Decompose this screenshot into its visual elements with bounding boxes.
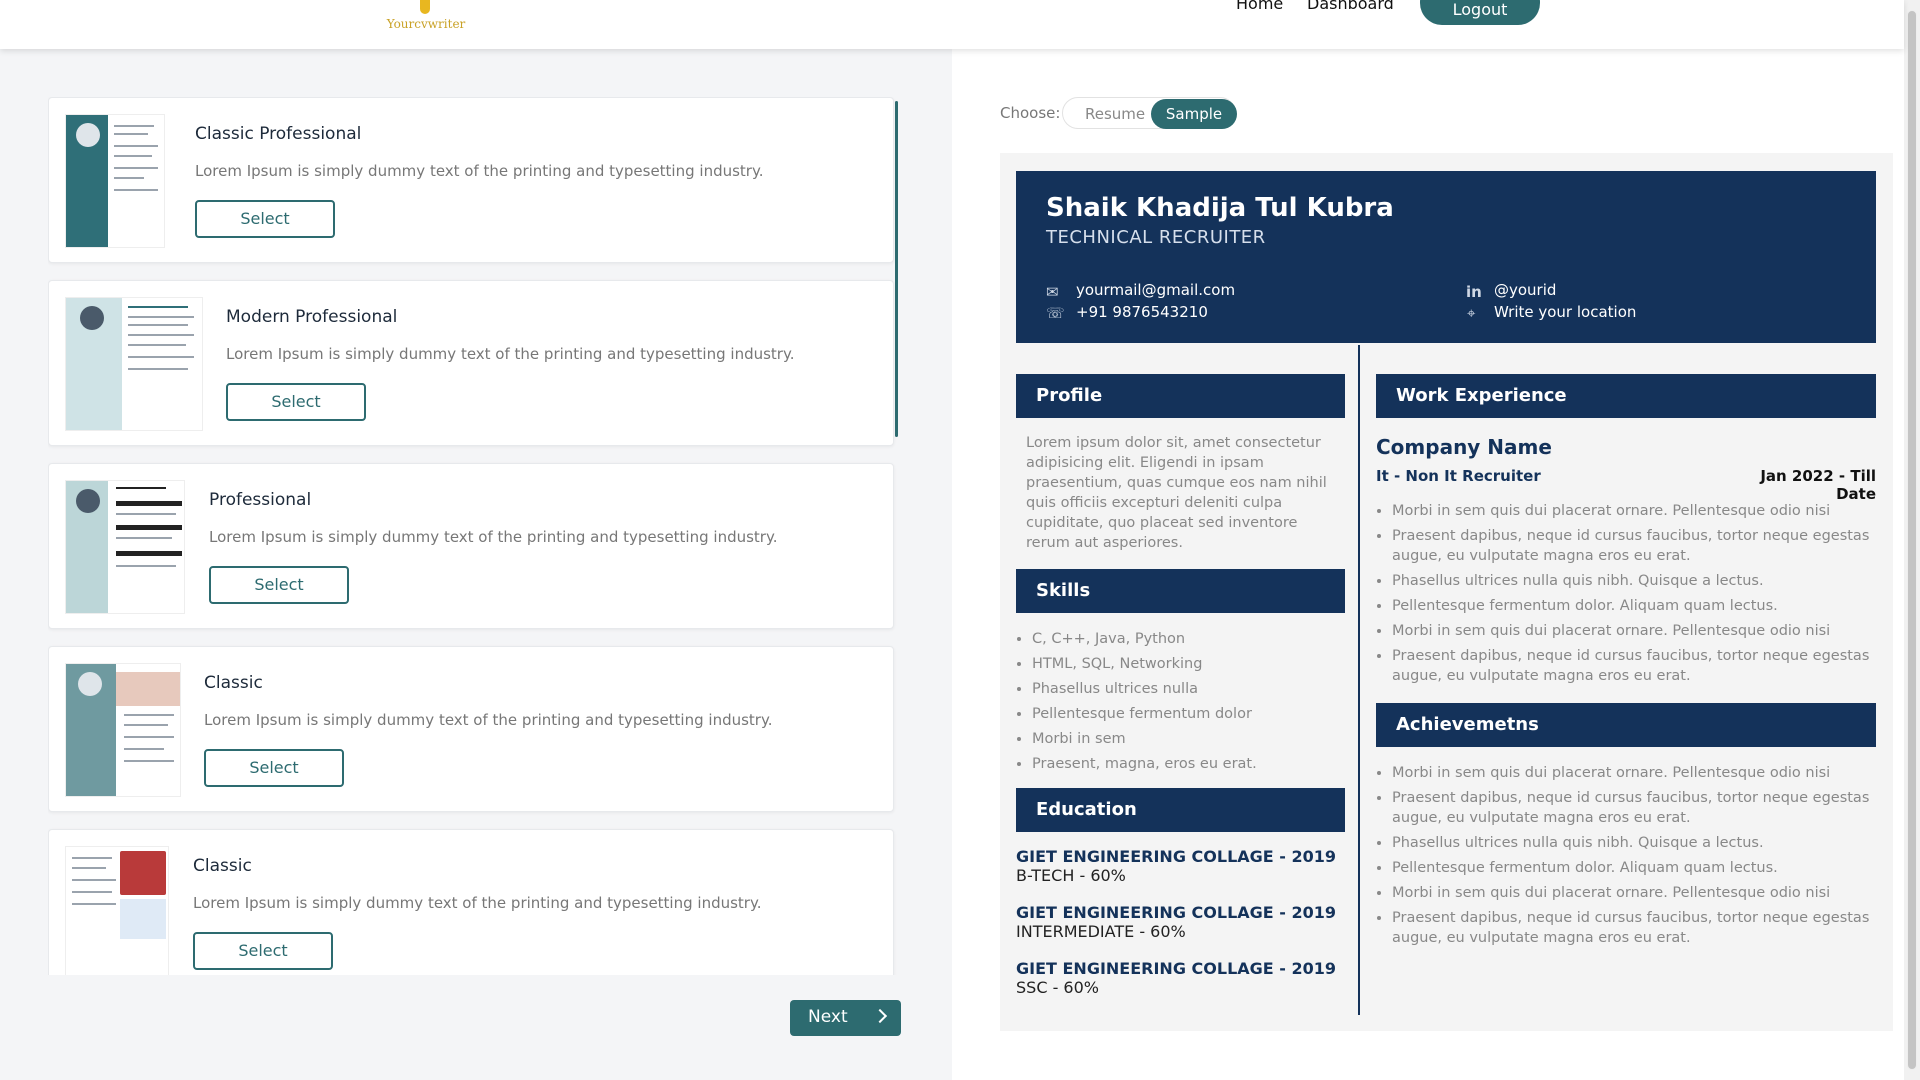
achievement-item: Morbi in sem quis dui placerat ornare. P… <box>1392 883 1876 903</box>
select-template-button[interactable]: Select <box>204 749 344 787</box>
column-divider <box>1358 345 1360 1015</box>
phone-icon: ☏ <box>1046 304 1065 322</box>
achievement-item: Pellentesque fermentum dolor. Aliquam qu… <box>1392 858 1876 878</box>
linkedin-icon: in <box>1466 283 1482 301</box>
template-title: Classic Professional <box>195 124 362 144</box>
education-school: GIET ENGINEERING COLLAGE - 2019 <box>1016 959 1337 978</box>
page-scrollbar[interactable] <box>1904 0 1920 1080</box>
brand-logo[interactable]: Yourcvwriter <box>383 0 469 36</box>
skill-item: HTML, SQL, Networking <box>1032 654 1336 674</box>
contact-linkedin: @yourid <box>1494 281 1557 299</box>
template-title: Classic <box>193 856 252 876</box>
work-bullet: Pellentesque fermentum dolor. Aliquam qu… <box>1392 596 1876 616</box>
skill-item: Morbi in sem <box>1032 729 1336 749</box>
location-pin-icon: ⌖ <box>1467 304 1476 322</box>
top-navbar: Yourcvwriter Home Dashboard Logout <box>0 0 1904 49</box>
section-heading-work: Work Experience <box>1376 374 1876 418</box>
preview-mode-toggle[interactable]: Resume Sample <box>1062 97 1237 129</box>
work-bullet: Morbi in sem quis dui placerat ornare. P… <box>1392 621 1876 641</box>
template-card: Modern Professional Lorem Ipsum is simpl… <box>48 280 894 446</box>
work-bullet: Praesent dapibus, neque id cursus faucib… <box>1392 526 1876 566</box>
job-dates: Jan 2022 - Till Date <box>1760 467 1876 503</box>
company-name: Company Name <box>1376 435 1552 459</box>
template-thumbnail <box>65 663 181 797</box>
template-thumbnail <box>65 846 169 975</box>
skill-item: Phasellus ultrices nulla <box>1032 679 1336 699</box>
education-degree: B-TECH - 60% <box>1016 866 1126 885</box>
template-thumbnail <box>65 297 203 431</box>
job-role: It - Non It Recruiter <box>1376 467 1541 485</box>
contact-email: yourmail@gmail.com <box>1076 281 1236 299</box>
template-panel: Classic Professional Lorem Ipsum is simp… <box>0 49 952 1080</box>
achievement-item: Phasellus ultrices nulla quis nibh. Quis… <box>1392 833 1876 853</box>
template-list[interactable]: Classic Professional Lorem Ipsum is simp… <box>48 97 898 975</box>
resume-role: TECHNICAL RECRUITER <box>1046 227 1266 248</box>
template-card: Classic Lorem Ipsum is simply dummy text… <box>48 829 894 975</box>
select-template-button[interactable]: Select <box>193 932 333 970</box>
profile-text: Lorem ipsum dolor sit, amet consectetur … <box>1026 435 1327 551</box>
photo-icon <box>120 851 166 895</box>
work-bullet: Morbi in sem quis dui placerat ornare. P… <box>1392 501 1876 521</box>
skill-item: Praesent, magna, eros eu erat. <box>1032 754 1336 774</box>
template-card: Professional Lorem Ipsum is simply dummy… <box>48 463 894 629</box>
logo-drop-icon <box>420 0 430 14</box>
nav-dashboard-link[interactable]: Dashboard <box>1307 0 1394 13</box>
education-school: GIET ENGINEERING COLLAGE - 2019 <box>1016 847 1337 866</box>
logout-button[interactable]: Logout <box>1420 0 1540 25</box>
education-school: GIET ENGINEERING COLLAGE - 2019 <box>1016 903 1337 922</box>
template-card: Classic Lorem Ipsum is simply dummy text… <box>48 646 894 812</box>
template-thumbnail <box>65 114 165 248</box>
chevron-right-icon <box>872 1008 888 1024</box>
template-description: Lorem Ipsum is simply dummy text of the … <box>204 711 773 729</box>
resume-preview: Shaik Khadija Tul Kubra TECHNICAL RECRUI… <box>1000 153 1893 1031</box>
resume-name: Shaik Khadija Tul Kubra <box>1046 193 1394 223</box>
template-thumbnail <box>65 480 185 614</box>
select-template-button[interactable]: Select <box>195 200 335 238</box>
section-heading-skills: Skills <box>1016 569 1345 613</box>
template-description: Lorem Ipsum is simply dummy text of the … <box>193 894 762 912</box>
template-description: Lorem Ipsum is simply dummy text of the … <box>226 345 795 363</box>
template-title: Classic <box>204 673 263 693</box>
template-title: Professional <box>209 490 312 510</box>
achievements-list: Morbi in sem quis dui placerat ornare. P… <box>1376 763 1876 953</box>
education-entry: GIET ENGINEERING COLLAGE - 2019 SSC - 60… <box>1016 959 1336 997</box>
education-degree: SSC - 60% <box>1016 978 1099 997</box>
section-heading-education: Education <box>1016 788 1345 832</box>
brand-name: Yourcvwriter <box>386 17 466 31</box>
toggle-option-resume[interactable]: Resume <box>1085 105 1145 123</box>
work-bullet: Praesent dapibus, neque id cursus faucib… <box>1392 646 1876 686</box>
toggle-option-sample[interactable]: Sample <box>1151 99 1237 129</box>
template-description: Lorem Ipsum is simply dummy text of the … <box>195 162 764 180</box>
template-description: Lorem Ipsum is simply dummy text of the … <box>209 528 778 546</box>
template-title: Modern Professional <box>226 307 398 327</box>
page-scrollbar-thumb[interactable] <box>1907 10 1917 1070</box>
education-entry: GIET ENGINEERING COLLAGE - 2019 INTERMED… <box>1016 903 1336 941</box>
skill-item: Pellentesque fermentum dolor <box>1032 704 1336 724</box>
contact-location: Write your location <box>1494 303 1637 321</box>
achievement-item: Praesent dapibus, neque id cursus faucib… <box>1392 908 1876 948</box>
list-scrollbar[interactable] <box>895 101 898 437</box>
achievement-item: Morbi in sem quis dui placerat ornare. P… <box>1392 763 1876 783</box>
section-heading-profile: Profile <box>1016 374 1345 418</box>
nav-home-link[interactable]: Home <box>1236 0 1283 13</box>
work-bullet: Phasellus ultrices nulla quis nibh. Quis… <box>1392 571 1876 591</box>
select-template-button[interactable]: Select <box>226 383 366 421</box>
skill-item: C, C++, Java, Python <box>1032 629 1336 649</box>
education-degree: INTERMEDIATE - 60% <box>1016 922 1186 941</box>
contact-phone: +91 9876543210 <box>1076 303 1208 321</box>
mail-icon: ✉ <box>1046 283 1059 301</box>
next-button-label: Next <box>808 1007 848 1027</box>
template-card: Classic Professional Lorem Ipsum is simp… <box>48 97 894 263</box>
select-template-button[interactable]: Select <box>209 566 349 604</box>
work-bullets: Morbi in sem quis dui placerat ornare. P… <box>1376 501 1876 691</box>
next-button[interactable]: Next <box>790 1000 901 1036</box>
resume-header: Shaik Khadija Tul Kubra TECHNICAL RECRUI… <box>1016 171 1876 343</box>
choose-label: Choose: <box>1000 104 1061 122</box>
education-entry: GIET ENGINEERING COLLAGE - 2019 B-TECH -… <box>1016 847 1336 885</box>
skills-list: C, C++, Java, Python HTML, SQL, Networki… <box>1016 629 1336 779</box>
section-heading-achievements: Achievemetns <box>1376 703 1876 747</box>
achievement-item: Praesent dapibus, neque id cursus faucib… <box>1392 788 1876 828</box>
